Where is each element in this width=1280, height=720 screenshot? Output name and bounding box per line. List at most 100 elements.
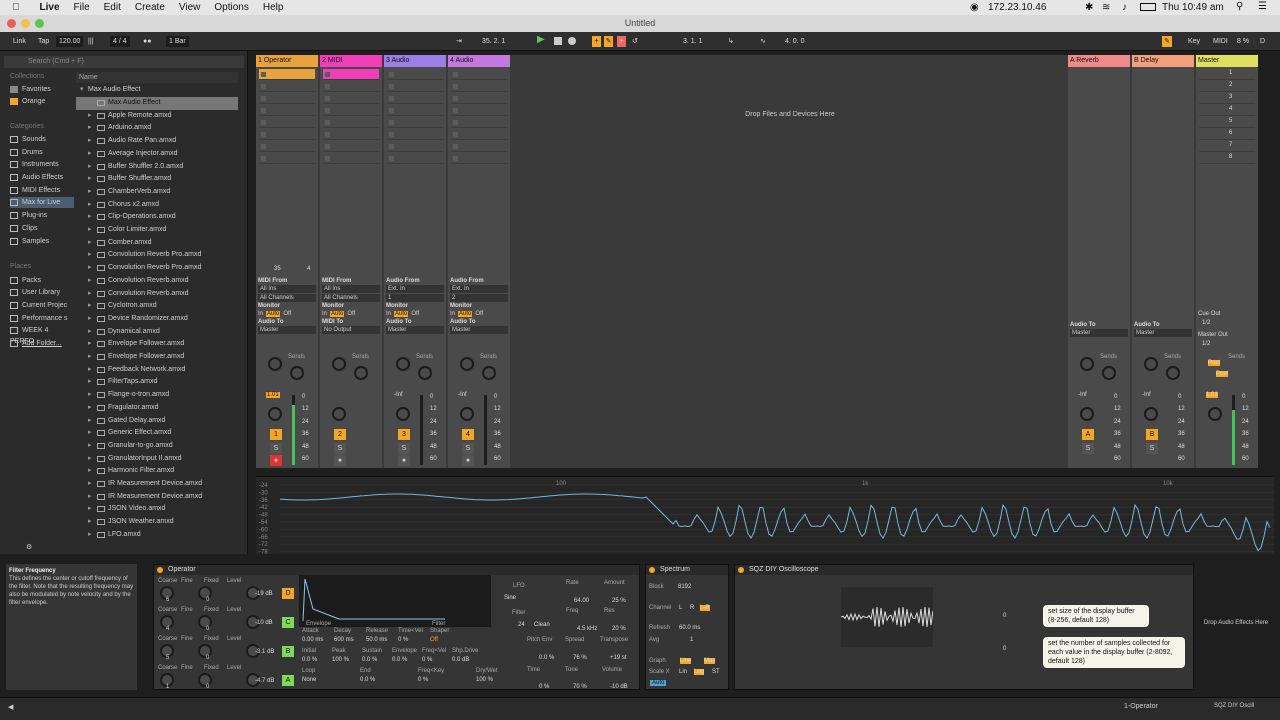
file-row[interactable]: ▸ Color Limiter.amxd (76, 224, 238, 237)
close-icon[interactable] (7, 19, 16, 28)
metronome-icon[interactable]: ●● (143, 36, 151, 47)
master-out-select[interactable]: 1/2 (1202, 341, 1210, 347)
operator-header[interactable]: Operator (154, 565, 639, 575)
expand-arrow-icon[interactable]: ▸ (88, 122, 92, 135)
rate-value[interactable]: 64.00 (574, 598, 589, 604)
monitor-off-button[interactable]: Off (475, 311, 483, 317)
pan-knob[interactable] (268, 407, 282, 421)
solo-button[interactable]: S (462, 443, 474, 454)
automation-arm-icon[interactable]: ✎ (604, 36, 613, 47)
file-row[interactable]: ▸ GranulatorInput II.amxd (76, 453, 238, 466)
monitor-in-button[interactable]: In (450, 311, 455, 317)
volume-value[interactable]: -Inf (1142, 392, 1151, 398)
filter-tab[interactable]: Filter (432, 621, 445, 627)
scale-st-button[interactable]: ST (712, 669, 720, 675)
input-channel-select[interactable]: All Channels (258, 294, 316, 302)
search-input[interactable]: Search (Cmd + F) (4, 56, 244, 68)
clip-slot[interactable] (323, 93, 379, 104)
clip-stop-icon[interactable] (389, 132, 394, 137)
input-type-select[interactable]: Ext. In (386, 285, 444, 293)
file-row[interactable]: ▸ Convolution Reverb Pro.amxd (76, 249, 238, 262)
graph-line-button[interactable]: Line (680, 658, 692, 664)
expand-arrow-icon[interactable]: ▸ (88, 173, 92, 186)
envelope-param-value[interactable]: 0 % (422, 657, 432, 663)
menu-list-icon[interactable]: ☰ (1258, 1, 1267, 12)
overdub-button[interactable]: + (592, 36, 601, 47)
category-clips[interactable]: Clips (10, 223, 74, 234)
file-row[interactable]: ▸ Feedback Network.amxd (76, 364, 238, 377)
pan-knob[interactable] (396, 407, 410, 421)
send-a-knob[interactable] (332, 357, 346, 371)
expand-arrow-icon[interactable]: ▸ (88, 389, 92, 402)
osc-select-button[interactable]: C (282, 617, 294, 628)
draw-mode-icon[interactable]: ✎ (1162, 36, 1172, 47)
pan-knob[interactable] (1080, 407, 1094, 421)
monitor-off-button[interactable]: Off (283, 311, 291, 317)
clip-slot[interactable] (387, 117, 443, 128)
envelope-param-value[interactable]: 0.0 dB (452, 657, 469, 663)
master-pan-knob[interactable] (1208, 407, 1222, 421)
clip-slot[interactable] (387, 105, 443, 116)
arm-button[interactable]: ● (462, 455, 474, 466)
scene-launch[interactable]: 8 (1199, 153, 1255, 164)
volume-value[interactable]: -Inf (458, 392, 467, 398)
amount-value[interactable]: 25 % (612, 598, 626, 604)
clip-slot[interactable] (451, 153, 507, 164)
clip-slot[interactable] (387, 129, 443, 140)
res-value[interactable]: 20 % (612, 626, 626, 632)
draw-icon[interactable]: ∿ (760, 36, 766, 47)
clip-stop-icon[interactable] (453, 72, 458, 77)
category-plug-ins[interactable]: Plug-ins (10, 210, 74, 221)
send-a-knob[interactable] (1080, 357, 1094, 371)
file-row[interactable]: ▸ Dynamical.amxd (76, 326, 238, 339)
clip-stop-icon[interactable] (325, 108, 330, 113)
expand-arrow-icon[interactable]: ▸ (88, 465, 92, 478)
menu-app[interactable]: Live (40, 2, 60, 13)
post-button-2[interactable]: Post (1216, 371, 1229, 377)
level-value[interactable]: -19 dB (255, 591, 273, 597)
clip-slot[interactable] (387, 153, 443, 164)
fine-value[interactable]: 0 (206, 684, 209, 690)
power-icon[interactable] (157, 567, 163, 573)
expand-arrow-icon[interactable]: ▸ (88, 288, 92, 301)
spectrum-header[interactable]: Spectrum (646, 565, 728, 575)
send-a-knob[interactable] (1144, 357, 1158, 371)
power-icon[interactable] (649, 567, 655, 573)
file-row[interactable]: ▸ Gated Delay.amxd (76, 415, 238, 428)
time-value[interactable]: 0 % (539, 684, 549, 690)
fine-knob[interactable] (198, 673, 212, 687)
samples-number[interactable]: 0 (1003, 646, 1006, 652)
tap-button[interactable]: Tap (38, 36, 49, 47)
level-value[interactable]: -4.7 dB (255, 678, 274, 684)
file-row[interactable]: ▸ FilterTaps.amxd (76, 376, 238, 389)
clip-slot[interactable] (387, 69, 443, 80)
send-a-knob[interactable] (268, 357, 282, 371)
fine-knob[interactable] (198, 615, 212, 629)
envelope-display[interactable] (299, 575, 491, 627)
track-header[interactable]: 3 Audio (384, 55, 446, 67)
midi-map-button[interactable]: MIDI (1213, 36, 1228, 47)
channel-lr-button[interactable]: L-R (700, 605, 710, 611)
tone-value[interactable]: 70 % (573, 684, 587, 690)
dropzone[interactable]: Drop Files and Devices Here (700, 111, 880, 118)
clip-slot[interactable] (259, 153, 315, 164)
envelope-param-value[interactable]: Off (430, 637, 438, 643)
file-row[interactable]: ▸ LFO.amxd (76, 529, 238, 542)
loop-length-field[interactable]: 4. 0. 0 (785, 36, 804, 47)
expand-arrow-icon[interactable]: ▸ (88, 326, 92, 339)
post-button[interactable]: Post (1208, 360, 1221, 366)
fine-value[interactable]: 0 (206, 655, 209, 661)
track-header[interactable]: 4 Audio (448, 55, 510, 67)
pitch-env-value[interactable]: 0.0 % (539, 655, 554, 661)
expand-arrow-icon[interactable]: ▸ (88, 516, 92, 529)
file-row[interactable]: ▸ Average Injector.amxd (76, 148, 238, 161)
expand-arrow-icon[interactable]: ▸ (88, 491, 92, 504)
expand-arrow-icon[interactable]: ▸ (88, 453, 92, 466)
collection-orange[interactable]: Orange (10, 96, 74, 107)
expand-arrow-icon[interactable]: ▸ (88, 161, 92, 174)
envelope-tab[interactable]: Envelope (306, 621, 331, 627)
solo-button[interactable]: S (270, 443, 282, 454)
clip-stop-icon[interactable] (325, 144, 330, 149)
clip-stop-icon[interactable] (325, 132, 330, 137)
drop-audio-effects[interactable]: Drop Audio Effects Here (1200, 619, 1272, 627)
